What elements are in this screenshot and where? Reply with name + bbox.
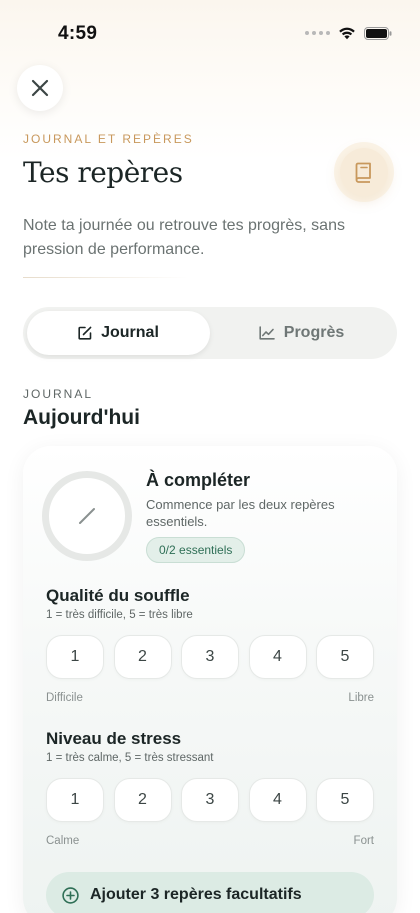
status-indicators [305,26,392,40]
scale-option[interactable]: 3 [181,635,239,679]
scale-high-label: Libre [348,692,374,704]
tab-progres-label: Progrès [283,324,345,341]
scale-option[interactable]: 4 [248,635,307,679]
add-optional-label: Ajouter 3 repères facultatifs [90,886,302,903]
completion-ring [42,471,132,561]
page-eyebrow: JOURNAL ET REPÈRES [23,132,194,146]
battery-icon [364,26,392,40]
scale-option[interactable]: 5 [316,635,374,679]
scale-option[interactable]: 1 [46,635,104,679]
status-title: À compléter [146,470,251,490]
wifi-icon [339,27,355,40]
close-icon [31,79,49,97]
section-eyebrow: JOURNAL [23,387,94,401]
status-badge: 0/2 essentiels [146,537,246,563]
page-title: Tes repères [23,156,183,189]
scale-option[interactable]: 4 [248,778,307,822]
pencil-icon [79,508,95,524]
close-button[interactable] [17,65,63,111]
add-optional-button[interactable]: Ajouter 3 repères facultatifs [46,872,374,913]
question-title: Qualité du souffle [46,586,190,605]
edit-square-icon [78,326,92,340]
status-description: Commence par les deux repères essentiels… [146,497,335,529]
book-icon [355,162,371,183]
tab-journal-label: Journal [101,324,159,341]
question-title: Niveau de stress [46,729,182,748]
scale-high-label: Fort [353,835,374,847]
status-time: 4:59 [58,23,98,44]
tab-journal[interactable]: Journal [27,311,210,355]
cellular-signal-icon [305,31,330,35]
guide-button[interactable] [340,148,388,196]
plus-circle-icon [62,886,79,904]
question-hint: 1 = très calme, 5 = très stressant [46,752,214,764]
page-subtitle: Note ta journée ou retrouve tes progrès,… [23,217,345,258]
scale-option[interactable]: 2 [113,778,172,822]
scale-option[interactable]: 3 [181,778,239,822]
status-bar: 4:59 [0,0,420,60]
question-hint: 1 = très difficile, 5 = très libre [46,609,193,621]
header-divider [23,277,188,278]
scale-low-label: Calme [46,835,80,847]
breath-quality-scale: 1 2 3 4 5 [46,635,374,679]
chart-line-icon [259,326,275,340]
scale-option[interactable]: 1 [46,778,104,822]
tab-progres[interactable]: Progrès [210,311,393,355]
scale-option[interactable]: 5 [316,778,374,822]
scale-option[interactable]: 2 [113,635,172,679]
section-title: Aujourd'hui [23,406,140,429]
stress-level-scale: 1 2 3 4 5 [46,778,374,822]
scale-low-label: Difficile [46,692,83,704]
view-tabs: Journal Progrès [23,307,397,359]
journal-card: À compléter Commence par les deux repère… [23,446,397,913]
